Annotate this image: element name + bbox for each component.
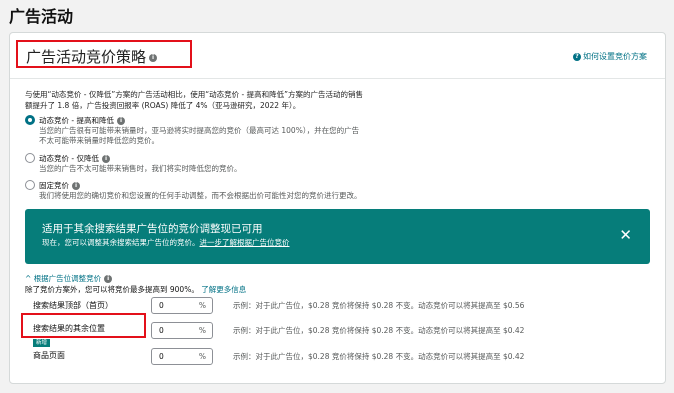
option-fixed-bids-label: 固定竞价 i [39, 180, 80, 191]
intro-line-2: 额提升了 1.8 倍，广告投资回报率 (ROAS) 降低了 4%（亚马逊研究，2… [25, 101, 301, 110]
radio-dynamic-down-only[interactable] [25, 153, 35, 163]
question-circle-icon: ? [573, 52, 581, 61]
new-badge: 新增 [33, 339, 50, 347]
option-dynamic-down-only-label: 动态竞价 - 仅降低 i [39, 153, 110, 164]
option-fixed-bids-desc: 我们将使用您的确切竞价和您设置的任何手动调整，而不会根据出价可能性对您的竞价进行… [39, 191, 362, 200]
bidding-strategy-card: 广告活动竞价策略 i ? 如何设置竞价方案 与使用“动态竞价 - 仅降低”方案的广告… [9, 32, 666, 384]
percent-unit: % [198, 301, 206, 310]
page-title: 广告活动 [9, 7, 74, 26]
banner-title: 适用于其余搜索结果广告位的竞价调整现已可用 [42, 223, 263, 235]
input-value: 0 [159, 301, 164, 310]
info-icon[interactable]: i [116, 117, 125, 125]
rest-of-search-percent-input[interactable]: 0% [151, 322, 213, 339]
help-link-text: 如何设置竞价方案 [583, 52, 647, 61]
top-of-search-example: 示例：对于此广告位，$0.28 竞价将保持 $0.28 不变。动态竞价可以将其提… [233, 301, 525, 310]
info-icon[interactable]: i [72, 182, 80, 190]
learn-more-link[interactable]: 了解更多信息 [201, 285, 246, 294]
banner-learn-more-link[interactable]: 进一步了解根据广告位竞价 [200, 238, 290, 247]
percent-unit: % [198, 352, 206, 361]
option-dynamic-up-down-label: 动态竞价 - 提高和降低 i [39, 115, 125, 126]
radio-dynamic-up-down[interactable] [25, 115, 35, 125]
placement-product-pages-label: 商品页面 [33, 351, 65, 360]
radio-fixed-bids[interactable] [25, 180, 35, 190]
option-label-text: 动态竞价 - 提高和降低 [39, 116, 114, 125]
chevron-up-icon: ^ [25, 274, 32, 283]
option-dynamic-down-only-desc: 当您的广告不太可能带来销售时，我们将实时降低您的竞价。 [39, 164, 242, 173]
placement-adjust-subtext: 除了竞价方案外，您可以将竞价最多提高到 900%。 了解更多信息 [25, 284, 246, 295]
product-pages-percent-input[interactable]: 0% [151, 348, 213, 365]
top-of-search-percent-input[interactable]: 0% [151, 297, 213, 314]
close-icon[interactable]: ✕ [619, 226, 632, 244]
option-label-text: 固定竞价 [39, 181, 69, 190]
option-desc-line: 当您的广告很有可能带来销量时，亚马逊将实时提高您的竞价（最高可达 100%），并… [39, 126, 360, 135]
option-label-text: 动态竞价 - 仅降低 [39, 154, 99, 163]
info-icon[interactable]: i [104, 275, 113, 283]
product-pages-example: 示例：对于此广告位，$0.28 竞价将保持 $0.28 不变。动态竞价可以将其提… [233, 352, 525, 361]
placement-adjust-toggle[interactable]: ^ 根据广告位调整竞价 i [25, 273, 113, 284]
option-desc-line: 不太可能带来销量时降低您的竞价。 [39, 136, 159, 145]
strategy-intro: 与使用“动态竞价 - 仅降低”方案的广告活动相比，使用“动态竞价 - 提高和降低… [25, 89, 363, 111]
divider [10, 78, 665, 79]
rest-of-search-example: 示例：对于此广告位，$0.28 竞价将保持 $0.28 不变。动态竞价可以将其提… [233, 326, 525, 335]
banner-body: 现在，您可以调整其余搜索结果广告位的竞价。进一步了解根据广告位竞价 [42, 237, 290, 248]
subtext-body: 除了竞价方案外，您可以将竞价最多提高到 900%。 [25, 285, 199, 294]
strategy-title: 广告活动竞价策略 i [26, 46, 158, 67]
placement-announcement-banner: 适用于其余搜索结果广告位的竞价调整现已可用 现在，您可以调整其余搜索结果广告位的… [25, 209, 650, 264]
placement-top-of-search-label: 搜索结果顶部（首页） [33, 301, 113, 310]
banner-body-text: 现在，您可以调整其余搜索结果广告位的竞价。 [42, 238, 200, 247]
percent-unit: % [198, 326, 206, 335]
bid-help-link[interactable]: ? 如何设置竞价方案 [573, 51, 647, 62]
placement-rest-of-search-label: 搜索结果的其余位置 [33, 324, 105, 333]
toggle-label: 根据广告位调整竞价 [33, 274, 102, 283]
input-value: 0 [159, 326, 164, 335]
intro-line-1: 与使用“动态竞价 - 仅降低”方案的广告活动相比，使用“动态竞价 - 提高和降低… [25, 90, 363, 99]
option-dynamic-up-down-desc: 当您的广告很有可能带来销量时，亚马逊将实时提高您的竞价（最高可达 100%），并… [39, 126, 359, 146]
strategy-title-text: 广告活动竞价策略 [26, 48, 147, 66]
input-value: 0 [159, 352, 164, 361]
info-icon[interactable]: i [101, 155, 110, 163]
info-icon[interactable]: i [149, 53, 158, 62]
